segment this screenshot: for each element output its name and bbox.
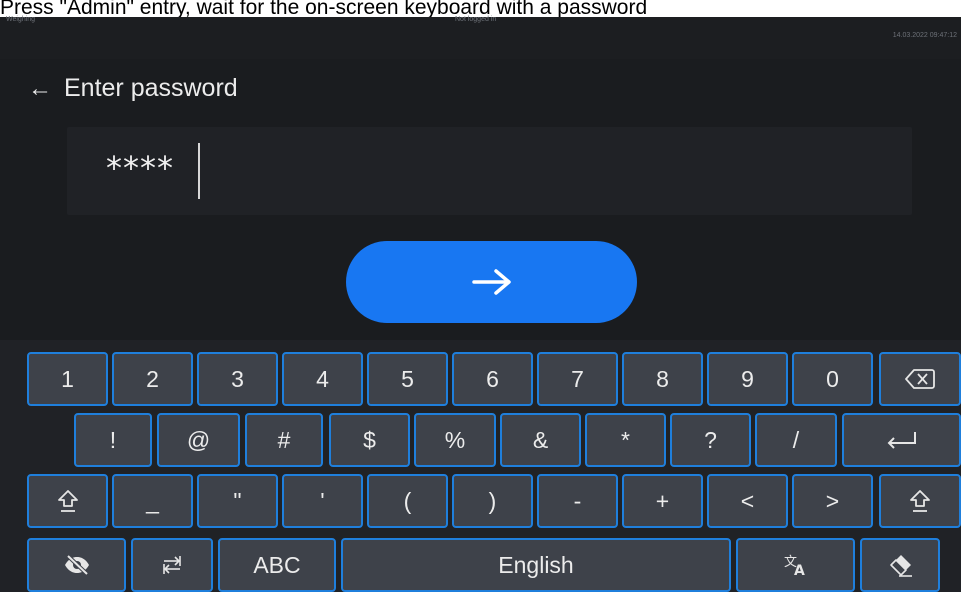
document-caption: Press "Admin" entry, wait for the on-scr… — [0, 0, 961, 17]
key-at[interactable]: @ — [157, 413, 240, 467]
key-underscore[interactable]: _ — [112, 474, 193, 528]
key-1[interactable]: 1 — [27, 352, 108, 406]
language-space-key[interactable]: English — [341, 538, 731, 592]
key-hash[interactable]: # — [245, 413, 323, 467]
backspace-key[interactable] — [879, 352, 961, 406]
switch-layout-key[interactable] — [131, 538, 213, 592]
key-exclamation[interactable]: ! — [74, 413, 152, 467]
enter-icon — [887, 432, 916, 449]
abc-key[interactable]: ABC — [218, 538, 336, 592]
key-3[interactable]: 3 — [197, 352, 278, 406]
key-8[interactable]: 8 — [622, 352, 703, 406]
key-close-paren[interactable]: ) — [452, 474, 533, 528]
back-arrow-icon[interactable]: ← — [28, 76, 52, 101]
key-9[interactable]: 9 — [707, 352, 788, 406]
submit-button[interactable] — [346, 241, 637, 323]
status-datetime: 14.03.2022 09:47:12 — [892, 32, 957, 39]
key-greater-than[interactable]: > — [792, 474, 873, 528]
eye-off-icon — [64, 554, 89, 576]
key-less-than[interactable]: < — [707, 474, 788, 528]
on-screen-keyboard: 1 2 3 4 5 6 7 8 9 0 ! @ # $ % & * ? / _ … — [0, 340, 961, 592]
key-slash[interactable]: / — [755, 413, 837, 467]
page-title: Enter password — [64, 74, 238, 102]
key-dollar[interactable]: $ — [329, 413, 410, 467]
key-4[interactable]: 4 — [282, 352, 363, 406]
enter-key[interactable] — [842, 413, 961, 467]
arrow-right-icon — [471, 269, 511, 295]
key-double-quote[interactable]: " — [197, 474, 278, 528]
eraser-icon — [890, 555, 912, 577]
shift-icon — [910, 490, 930, 512]
clear-key[interactable] — [860, 538, 940, 592]
key-6[interactable]: 6 — [452, 352, 533, 406]
key-single-quote[interactable]: ' — [282, 474, 363, 528]
password-value: **** — [106, 149, 174, 187]
page-header: ← Enter password — [28, 74, 238, 103]
key-plus[interactable]: + — [622, 474, 703, 528]
translate-key[interactable]: 文 A — [736, 538, 855, 592]
password-field[interactable]: **** — [67, 127, 912, 215]
key-0[interactable]: 0 — [792, 352, 873, 406]
shift-icon — [57, 490, 78, 512]
shift-right-key[interactable] — [879, 474, 961, 528]
key-ampersand[interactable]: & — [500, 413, 581, 467]
shift-left-key[interactable] — [27, 474, 108, 528]
backspace-icon — [905, 369, 935, 389]
svg-text:A: A — [794, 563, 805, 577]
hide-keyboard-key[interactable] — [27, 538, 126, 592]
text-caret — [198, 143, 200, 199]
key-percent[interactable]: % — [414, 413, 496, 467]
status-user: Not logged in — [455, 16, 497, 23]
status-bar: Weighing Not logged in 14.03.2022 09:47:… — [0, 16, 961, 59]
key-question[interactable]: ? — [670, 413, 751, 467]
key-5[interactable]: 5 — [367, 352, 448, 406]
key-minus[interactable]: - — [537, 474, 618, 528]
key-2[interactable]: 2 — [112, 352, 193, 406]
key-open-paren[interactable]: ( — [367, 474, 448, 528]
switch-icon — [163, 556, 181, 574]
key-7[interactable]: 7 — [537, 352, 618, 406]
status-mode: Weighing — [6, 16, 36, 23]
key-asterisk[interactable]: * — [585, 413, 666, 467]
translate-icon: 文 A — [784, 555, 805, 577]
